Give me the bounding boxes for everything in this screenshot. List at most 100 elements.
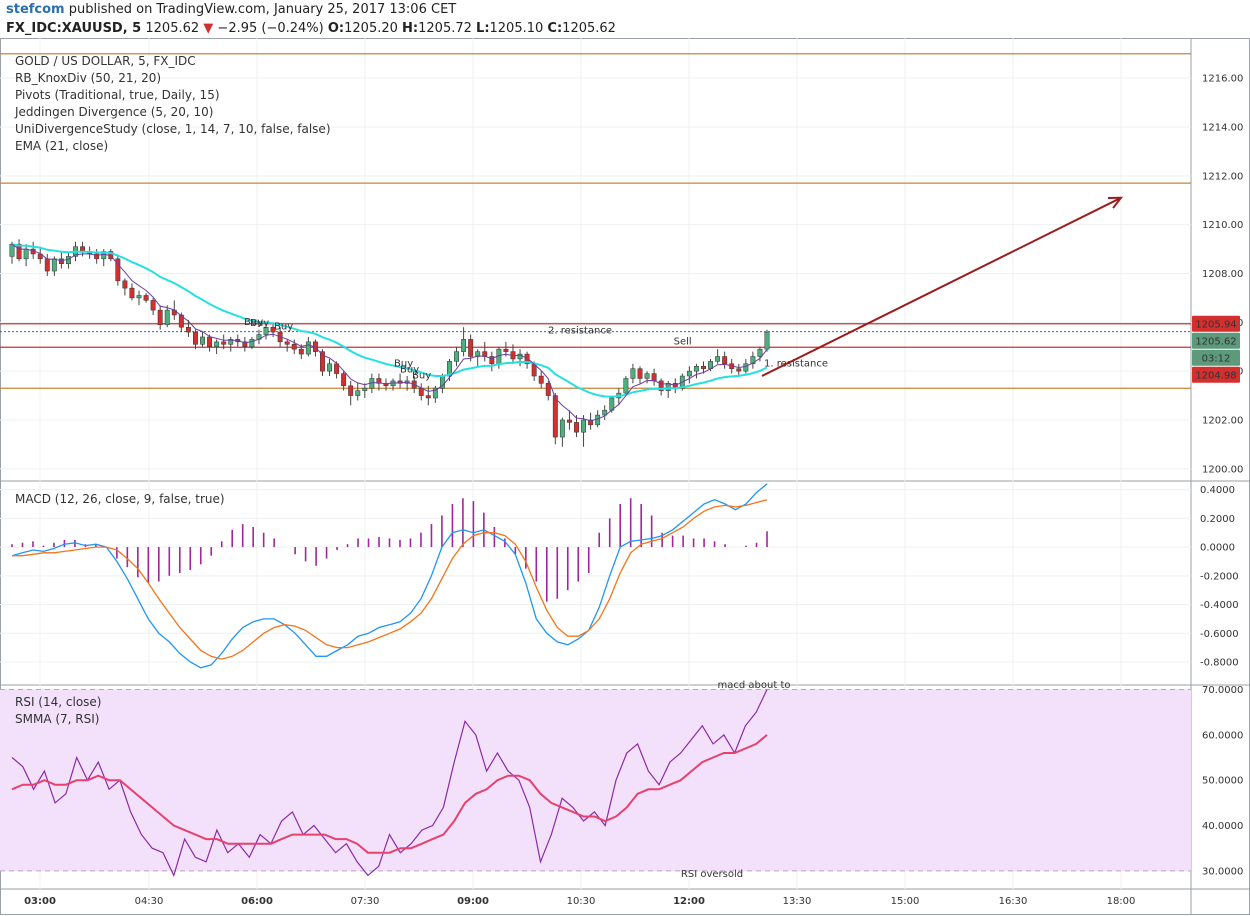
annotation-5: Buy [274, 322, 293, 333]
candle-body-79 [566, 419, 572, 423]
time-tick-1: 04:30 [135, 896, 164, 907]
candle-body-7 [58, 258, 64, 264]
candle-body-88 [630, 368, 636, 379]
price-tick-4: 1208.00 [1202, 269, 1243, 280]
candle-body-106 [757, 348, 763, 357]
rsi-band-fill [0, 689, 1191, 871]
smma-legend[interactable]: SMMA (7, RSI) [15, 712, 99, 726]
macd-tick-6: -0.8000 [1200, 658, 1239, 669]
candle-body-18 [136, 295, 142, 299]
price-tick-0: 1200.00 [1202, 464, 1243, 475]
publisher-line: stefcom published on TradingView.com, Ja… [6, 2, 456, 17]
down-arrow-icon: ▼ [203, 21, 214, 36]
candle-body-19 [143, 295, 149, 301]
candle-body-39 [284, 341, 290, 345]
price-label-3: 1204.98 [1195, 370, 1236, 381]
candle-body-59 [425, 395, 431, 399]
candle-body-83 [595, 414, 601, 426]
candle-body-41 [298, 348, 304, 355]
price-tick-6: 1212.00 [1202, 171, 1243, 182]
macd-tick-3: -0.2000 [1200, 571, 1239, 582]
candle-body-80 [574, 422, 579, 433]
candle-body-34 [249, 339, 255, 347]
high-label: H: [402, 21, 419, 36]
candle-body-42 [305, 341, 311, 355]
low-value: 1205.10 [489, 21, 544, 36]
annotation-0: 2. resistance [548, 325, 612, 336]
price-label-2: 03:12 [1202, 353, 1231, 364]
candle-body-27 [200, 336, 205, 345]
candle-body-49 [355, 390, 361, 396]
rsi-band [0, 689, 1191, 872]
candle-body-8 [65, 256, 71, 264]
price-change: −2.95 (−0.24%) [217, 21, 324, 36]
time-tick-7: 13:30 [783, 896, 812, 907]
candle-body-75 [538, 375, 544, 384]
candle-body-21 [157, 309, 163, 326]
rsi-tick-2: 50.0000 [1202, 776, 1243, 787]
study-pivots[interactable]: Pivots (Traditional, true, Daily, 15) [15, 88, 220, 102]
time-tick-8: 15:00 [891, 896, 920, 907]
study-knoxdiv[interactable]: RB_KnoxDiv (50, 21, 20) [15, 71, 161, 85]
time-tick-6: 12:00 [673, 896, 705, 907]
candle-body-25 [185, 326, 191, 333]
rsi-tick-1: 60.0000 [1202, 730, 1243, 741]
candle-body-50 [362, 387, 368, 391]
rsi-annotation-1: RSI oversold [681, 869, 743, 880]
candle-body-103 [736, 368, 742, 372]
price-tick-5: 1210.00 [1202, 220, 1243, 231]
rsi-tick-3: 40.0000 [1202, 821, 1243, 832]
candle-body-6 [51, 258, 57, 272]
annotation-4: Buy [250, 318, 269, 329]
macd-tick-2: 0.0000 [1200, 543, 1235, 554]
price-levels [0, 53, 1191, 389]
candle-body-40 [291, 344, 297, 350]
candle-body-22 [164, 309, 170, 326]
study-unidivergence[interactable]: UniDivergenceStudy (close, 1, 14, 7, 10,… [15, 122, 331, 136]
publisher-brand[interactable]: stefcom [6, 2, 65, 17]
time-tick-0: 03:00 [24, 896, 56, 907]
candle-body-48 [348, 385, 354, 396]
open-value: 1205.20 [344, 21, 398, 36]
time-tick-3: 07:30 [351, 896, 380, 907]
study-ema[interactable]: EMA (21, close) [15, 139, 108, 153]
main-legend: GOLD / US DOLLAR, 5, FX_IDC RB_KnoxDiv (… [14, 54, 331, 153]
quote-line: FX_IDC:XAUUSD, 5 1205.62 ▼ −2.95 (−0.24%… [6, 21, 616, 36]
candle-body-96 [686, 370, 692, 377]
annotation-8: Buy [412, 370, 431, 381]
candle-body-63 [454, 351, 459, 362]
chart-title: GOLD / US DOLLAR, 5, FX_IDC [15, 54, 196, 68]
price-tick-8: 1216.00 [1202, 74, 1243, 85]
candle-body-100 [715, 356, 721, 362]
chart-area[interactable]: 2. resistance1. resistanceSellBuyBuy BuyB… [0, 38, 1250, 916]
macd-tick-0: 0.4000 [1200, 485, 1235, 496]
candle-body-98 [701, 366, 706, 369]
candle-body-81 [581, 419, 586, 433]
candle-body-2 [23, 248, 29, 260]
candle-body-89 [637, 368, 643, 379]
low-label: L: [476, 21, 490, 36]
candle-body-20 [150, 300, 156, 311]
candle-body-45 [327, 363, 332, 372]
knox-line [11, 243, 768, 422]
study-jeddingen[interactable]: Jeddingen Divergence (5, 20, 10) [14, 105, 214, 119]
price-label-0: 1205.94 [1195, 319, 1236, 330]
candle-body-64 [461, 339, 467, 352]
symbol: FX_IDC:XAUUSD, 5 [6, 21, 142, 36]
macd-legend[interactable]: MACD (12, 26, close, 9, false, true) [15, 492, 225, 506]
price-label-1: 1205.62 [1195, 336, 1236, 347]
price-tick-1: 1202.00 [1202, 415, 1243, 426]
rsi-annotation-0: macd about to [718, 680, 791, 691]
candle-body-107 [764, 331, 770, 350]
candle-body-29 [214, 341, 220, 347]
candle-body-16 [122, 280, 128, 289]
price-labels: 1205.94 1205.62 03:12 1204.98 [1192, 315, 1240, 383]
candle-body-65 [468, 339, 474, 357]
time-tick-2: 06:00 [241, 896, 273, 907]
candle-body-0 [9, 243, 15, 257]
rsi-legend[interactable]: RSI (14, close) [15, 695, 101, 709]
high-value: 1205.72 [418, 21, 472, 36]
candle-body-87 [623, 378, 629, 394]
annotation-2: Sell [674, 336, 692, 347]
rsi-tick-0: 70.0000 [1202, 685, 1243, 696]
